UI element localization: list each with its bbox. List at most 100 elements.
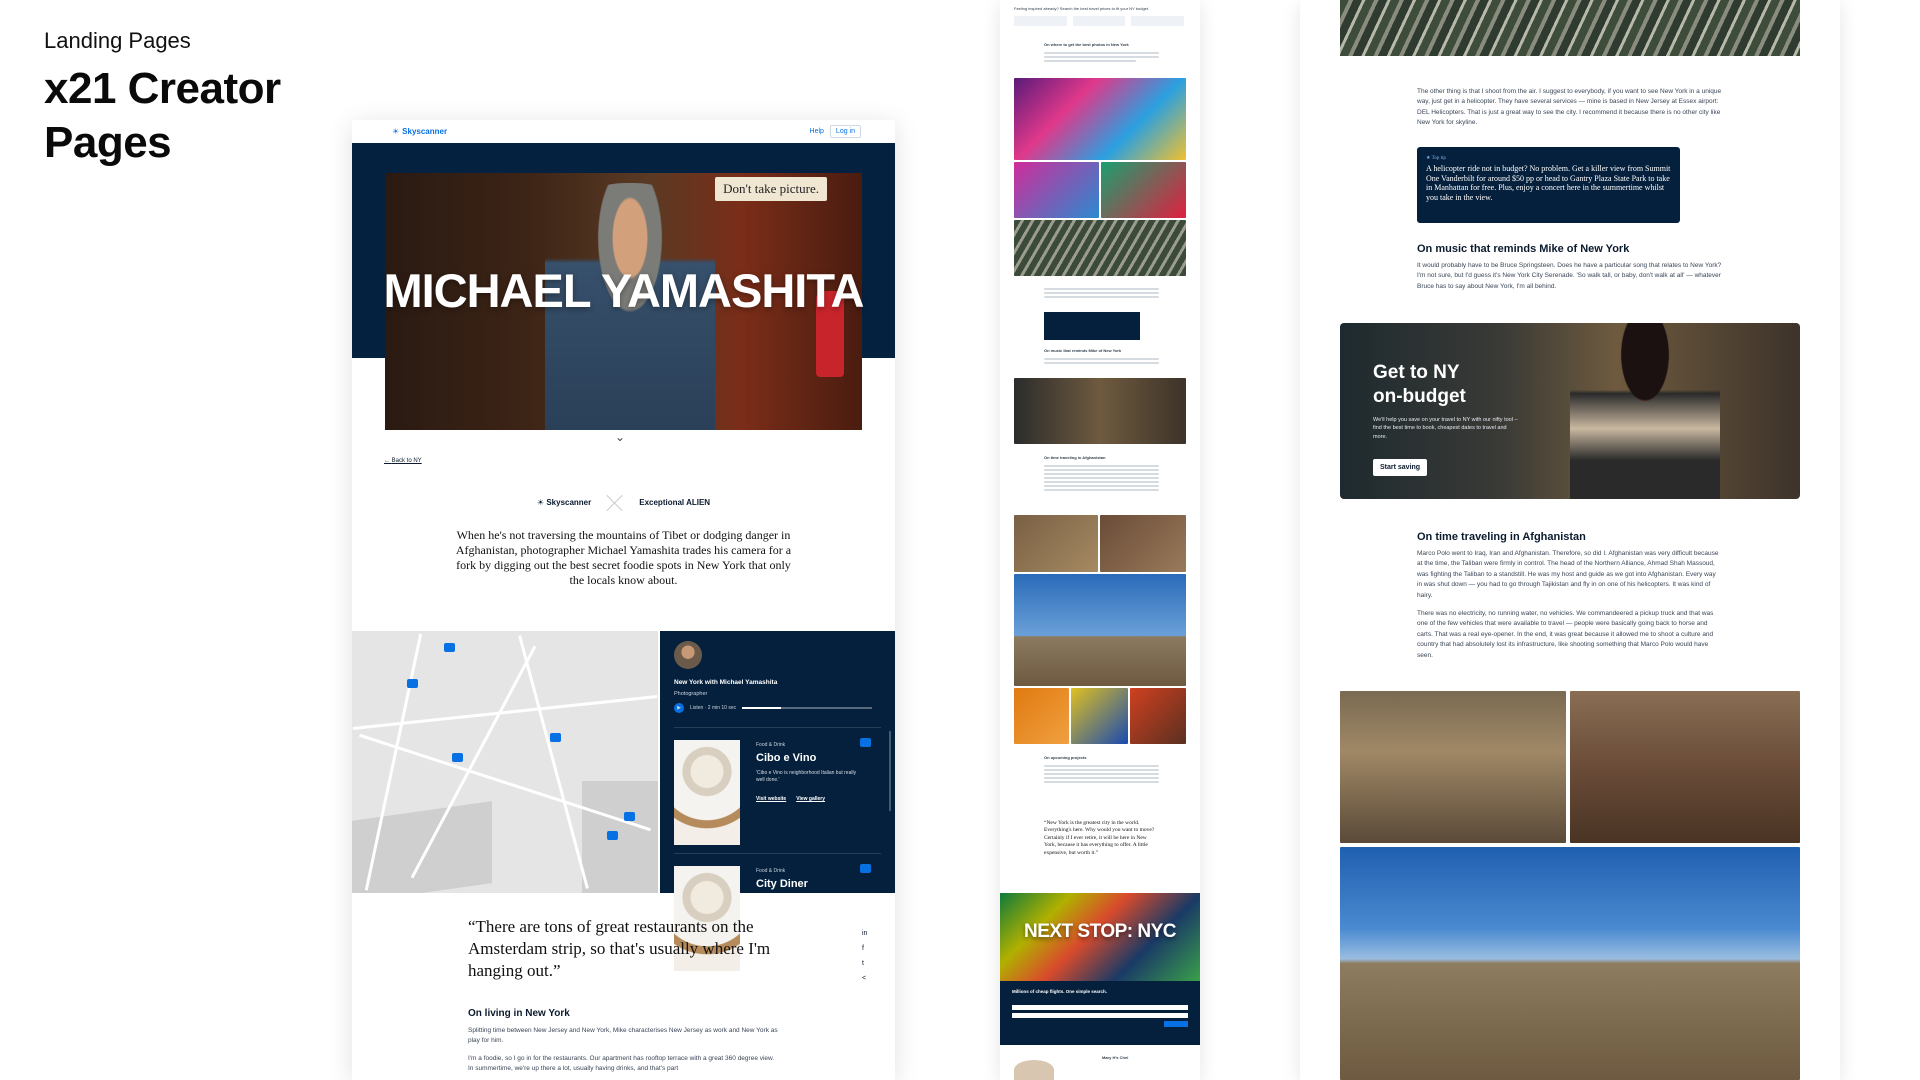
flight-search-form[interactable] (1012, 1005, 1188, 1027)
thumb-photo (1014, 515, 1098, 572)
poi-card[interactable]: Food & Drink Cibo e Vino 'Cibo e Vino is… (674, 727, 881, 847)
tip-label-text: Top tip (1431, 156, 1446, 161)
promo-title-line1: Get to NY (1373, 362, 1460, 383)
thumb-text-line (1044, 60, 1136, 62)
partner-right-label: Exceptional ALIEN (639, 497, 711, 507)
food-thumbnail (674, 740, 740, 845)
map-pin[interactable] (452, 753, 463, 762)
play-icon[interactable]: ▶ (674, 703, 684, 713)
thumb-heading: On music that reminds Mike of New York (1044, 348, 1122, 353)
thumb-text-line (1044, 52, 1159, 54)
share-icon[interactable]: < (862, 975, 867, 982)
thumb-text-line (1044, 489, 1159, 491)
sunrise-icon: ☀ (536, 497, 545, 507)
cross-divider-icon (605, 492, 625, 512)
view-gallery-link[interactable]: View gallery (796, 796, 825, 802)
search-button[interactable] (1164, 1021, 1188, 1027)
start-saving-button[interactable]: Start saving (1373, 459, 1428, 476)
thumb-text-line (1044, 485, 1159, 487)
share-bar: in f t < (862, 930, 867, 982)
map-pin[interactable] (407, 679, 418, 688)
body-paragraph: I'm a foodie, so I go in for the restaur… (468, 1055, 775, 1073)
partners-row: ☀ Skyscanner Exceptional ALIEN (352, 492, 895, 512)
landing-page-mockup: ☀ Skyscanner Help Log in Don't take pict… (352, 120, 895, 1080)
login-button[interactable]: Log in (829, 125, 861, 138)
thumb-photo (1100, 515, 1186, 572)
partner-left-label: Skyscanner (546, 497, 592, 507)
panel-title: New York with Michael Yamashita (674, 679, 778, 686)
search-field[interactable] (1012, 1013, 1188, 1018)
hero-title: MICHAEL YAMASHITA (383, 264, 864, 317)
restaurant-icon (860, 738, 871, 747)
map-pin[interactable] (550, 733, 561, 742)
thumb-photo (1014, 688, 1069, 744)
sunrise-icon: ☀ (392, 127, 400, 136)
search-field[interactable] (1012, 1005, 1188, 1010)
linkedin-icon[interactable]: in (862, 930, 867, 937)
body-paragraph: It would probably have to be Bruce Sprin… (1417, 262, 1722, 290)
star-icon: ★ (1426, 156, 1431, 161)
skyscanner-logo[interactable]: ☀ Skyscanner (392, 127, 447, 136)
hero-sign: Don't take picture. (715, 177, 827, 201)
thumb-photo (1014, 220, 1186, 276)
thumb-text-line (1044, 362, 1159, 364)
panel-role: Photographer (674, 691, 708, 697)
map-road (518, 635, 589, 889)
top-tip-box: ★ Top tip A helicopter ride not in budge… (1417, 147, 1680, 223)
twitter-icon[interactable]: t (862, 960, 867, 967)
thumb-text-line (1044, 781, 1159, 783)
poi-category: Food & Drink (756, 868, 786, 874)
help-link[interactable]: Help (810, 128, 824, 135)
mountain-portrait-photo (1340, 847, 1800, 1080)
section-heading: On living in New York (468, 1008, 570, 1019)
thumb-text-line (1044, 765, 1159, 767)
thumb-search-boxes (1014, 16, 1185, 26)
thumb-search-box (1131, 16, 1185, 26)
tank-photo (1340, 691, 1566, 843)
top-nav: ☀ Skyscanner Help Log in (352, 120, 895, 143)
thumb-heading: On time traveling in Afghanistan (1044, 455, 1106, 460)
body-paragraph: The other thing is that I shoot from the… (1417, 88, 1722, 127)
thumb-search-box (1014, 16, 1067, 26)
chevron-down-icon[interactable]: ⌄ (615, 430, 625, 444)
city-map[interactable] (352, 631, 658, 893)
facebook-icon[interactable]: f (862, 945, 867, 952)
thumb-text-lines (1044, 50, 1159, 64)
intro-title-line2: Pages (44, 117, 172, 167)
thumb-text-line (1044, 481, 1159, 483)
thumb-tip-box (1044, 312, 1140, 340)
thumb-heading: On upcoming projects (1044, 755, 1087, 760)
audio-progress-bar[interactable] (742, 707, 873, 709)
long-page-thumbnail: Feeling inspired already? Search the bes… (1000, 0, 1200, 1080)
panel-scrollbar[interactable] (889, 731, 891, 811)
body-paragraph: Marco Polo went to Iraq, Iran and Afghan… (1417, 550, 1719, 599)
intro: Landing Pages x21 Creator Pages (44, 28, 281, 169)
audio-player: ▶ Listen · 2 min 10 sec (674, 703, 873, 713)
next-stop-title: NEXT STOP: NYC (1023, 921, 1177, 942)
thumb-text-line (1044, 469, 1159, 471)
back-link-label: Back to NY (391, 458, 422, 464)
intro-subtitle: Landing Pages (44, 28, 191, 53)
tip-label: ★ Top tip (1426, 155, 1671, 161)
poi-panel: New York with Michael Yamashita Photogra… (660, 631, 895, 971)
thumb-text-line (1044, 296, 1159, 298)
thumb-text-line (1044, 473, 1159, 475)
thumb-photo (1130, 688, 1186, 744)
back-link[interactable]: ← Back to NY (384, 458, 422, 464)
promo-banner: Get to NY on-budget We'll help you save … (1340, 323, 1800, 499)
aerial-photo (1340, 0, 1800, 56)
thumb-text-line (1044, 477, 1159, 479)
thumb-text-lines (1044, 463, 1159, 493)
thumb-photo (1014, 78, 1186, 160)
map-pin[interactable] (624, 812, 635, 821)
lead-paragraph: When he's not traversing the mountains o… (455, 528, 792, 587)
woman-phone-image (1570, 323, 1720, 499)
restaurant-icon (860, 864, 871, 873)
poi-name: Cibo e Vino (756, 752, 817, 764)
thumb-search-box (1072, 16, 1126, 26)
thumb-footer-name: Mary H’s Chel (1102, 1055, 1129, 1060)
map-pin[interactable] (444, 643, 455, 652)
thumb-photo (1014, 162, 1099, 218)
map-pin[interactable] (607, 831, 618, 840)
visit-website-link[interactable]: Visit website (756, 796, 786, 802)
